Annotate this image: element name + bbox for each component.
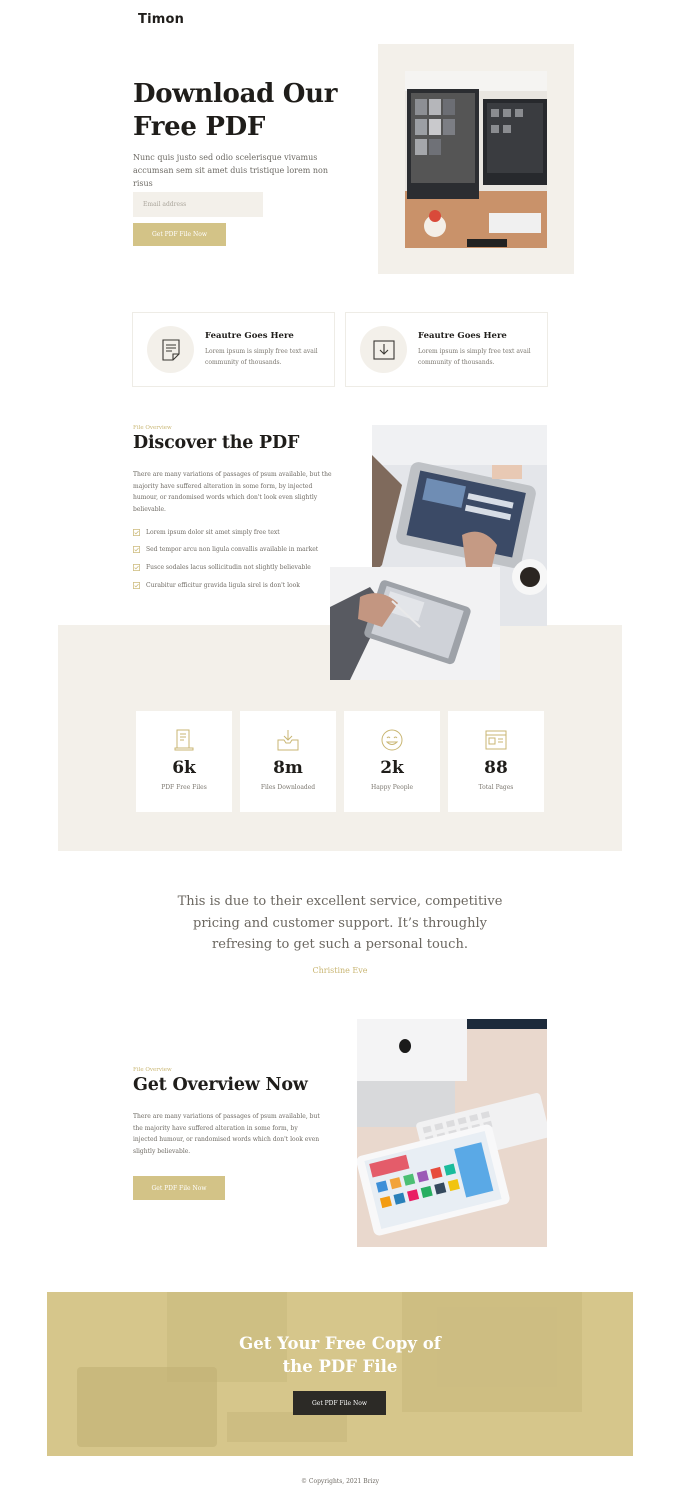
check-icon: [133, 563, 140, 571]
document-note-icon: [161, 338, 180, 361]
desk-monitors-image: [405, 71, 547, 248]
discover-kicker: File Overview: [133, 425, 172, 431]
footer-copyright: © Copyrights, 2021 Brizy: [300, 1478, 380, 1485]
feature-title: Feautre Goes Here: [205, 331, 294, 341]
email-input[interactable]: [133, 192, 263, 217]
file-icon: [174, 729, 194, 751]
cta-title-line: the PDF File: [282, 1357, 398, 1376]
smiley-icon: [381, 729, 403, 751]
stat-value: 8m: [273, 758, 303, 778]
hero-title: Download Our Free PDF: [133, 78, 363, 144]
hero-image-frame: [378, 44, 574, 274]
hero-title-line2: Free PDF: [133, 112, 265, 142]
hero-description: Nunc quis justo sed odio scelerisque viv…: [133, 153, 328, 188]
page-layout-icon: [485, 730, 507, 750]
stat-value: 88: [484, 758, 508, 778]
overview-title: Get Overview Now: [133, 1075, 308, 1095]
stat-value: 2k: [380, 758, 404, 778]
cta-title-line: Get Your Free Copy of: [239, 1334, 441, 1353]
feature-text: Lorem ipsum is simply free text avail co…: [418, 348, 531, 366]
testimonial-author: Christine Eve: [312, 966, 368, 975]
discover-title: Discover the PDF: [133, 433, 300, 453]
cta-get-pdf-button[interactable]: Get PDF File Now: [293, 1391, 386, 1415]
cta-title: Get Your Free Copy of the PDF File: [47, 1332, 633, 1378]
download-tray-icon: [277, 730, 299, 751]
logo[interactable]: Timon: [138, 12, 184, 27]
stat-card: 88 Total Pages: [448, 711, 544, 812]
overview-text: There are many variations of passages of…: [133, 1113, 320, 1155]
checklist-text: Curabitur efficitur gravida ligula sirel…: [146, 581, 300, 589]
stat-label: Total Pages: [478, 784, 514, 791]
overview-get-pdf-button[interactable]: Get PDF File Now: [133, 1176, 225, 1200]
check-icon: [133, 528, 140, 536]
quote-line: refresing to get such a personal touch.: [212, 937, 468, 952]
hero-title-line1: Download Our: [133, 79, 338, 109]
feature-title: Feautre Goes Here: [418, 331, 507, 341]
stat-value: 6k: [172, 758, 196, 778]
stat-label: PDF Free Files: [161, 784, 207, 791]
check-icon: [133, 545, 140, 553]
stat-label: Files Downloaded: [260, 784, 316, 791]
feature-text: Lorem ipsum is simply free text avail co…: [205, 348, 318, 366]
checklist-item: Lorem ipsum dolor sit amet simply free t…: [133, 526, 343, 538]
download-box-icon: [372, 339, 395, 360]
imac-ipad-image: [357, 1019, 547, 1247]
check-icon: [133, 581, 140, 589]
checklist-text: Sed tempor arcu non ligula convallis ava…: [146, 545, 319, 553]
checklist-item: Curabitur efficitur gravida ligula sirel…: [133, 579, 343, 591]
overview-kicker: File Overview: [133, 1067, 172, 1073]
checklist-item: Sed tempor arcu non ligula convallis ava…: [133, 543, 343, 555]
feature-icon-circle: [147, 326, 194, 373]
feature-card: Feautre Goes Here Lorem ipsum is simply …: [345, 312, 548, 387]
stat-label: Happy People: [370, 784, 414, 791]
feature-card: Feautre Goes Here Lorem ipsum is simply …: [132, 312, 335, 387]
checklist-item: Fusce sodales lacus sollicitudin not sli…: [133, 561, 343, 573]
discover-text: There are many variations of passages of…: [133, 471, 332, 513]
testimonial-quote: This is due to their excellent service, …: [170, 891, 510, 956]
tablet-stylus-image: [330, 567, 500, 680]
stat-card: 8m Files Downloaded: [240, 711, 336, 812]
checklist-text: Fusce sodales lacus sollicitudin not sli…: [146, 563, 311, 571]
quote-line: This is due to their excellent service, …: [177, 894, 503, 909]
stat-card: 2k Happy People: [344, 711, 440, 812]
checklist-text: Lorem ipsum dolor sit amet simply free t…: [146, 528, 280, 536]
hero-get-pdf-button[interactable]: Get PDF File Now: [133, 223, 226, 246]
quote-line: pricing and customer support. It’s throu…: [193, 915, 487, 931]
stat-card: 6k PDF Free Files: [136, 711, 232, 812]
feature-icon-circle: [360, 326, 407, 373]
cta-banner: Get Your Free Copy of the PDF File Get P…: [47, 1292, 633, 1456]
